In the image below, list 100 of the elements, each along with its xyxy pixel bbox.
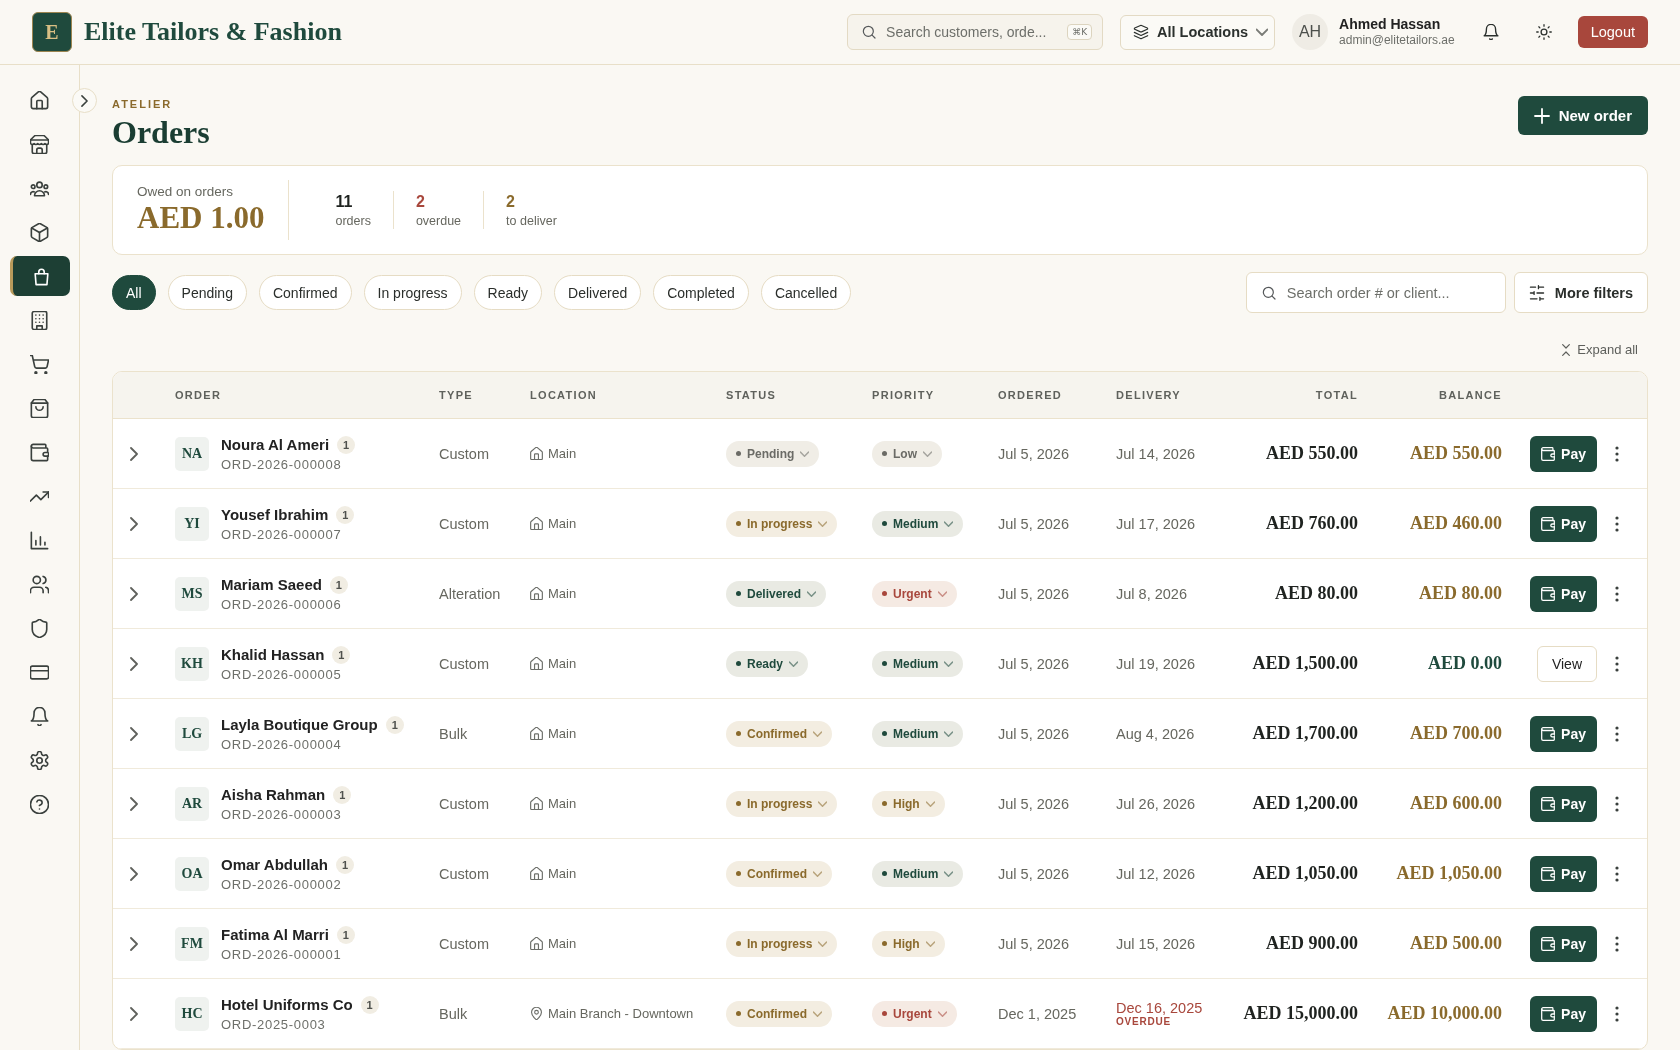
pay-button[interactable]: Pay (1530, 925, 1597, 962)
store-icon (30, 134, 49, 154)
chevron-right-icon[interactable] (130, 1006, 138, 1021)
view-button[interactable]: View (1536, 645, 1597, 682)
chevron-down-icon (944, 660, 954, 667)
client-initials-avatar: NA (175, 436, 209, 471)
client-initials-avatar: MS (175, 576, 209, 611)
pay-button[interactable]: Pay (1530, 575, 1597, 612)
wallet-icon (1541, 1006, 1556, 1021)
filter-tab[interactable]: In progress (363, 275, 462, 310)
search-field[interactable]: Search customers, orde... ⌘K (847, 14, 1104, 50)
status-dropdown[interactable]: In progress (726, 510, 838, 537)
priority-dropdown[interactable]: Medium (872, 650, 964, 677)
user-avatar[interactable]: AH (1292, 14, 1329, 50)
pay-button[interactable]: Pay (1530, 855, 1597, 892)
priority-dropdown[interactable]: Medium (872, 720, 964, 747)
expand-all-button[interactable]: Expand all (1562, 341, 1638, 358)
more-options-icon[interactable] (1615, 585, 1619, 602)
more-options-icon[interactable] (1615, 725, 1619, 742)
order-total: AED 1,200.00 (1252, 793, 1358, 814)
chevron-down-icon (813, 870, 822, 877)
search-field[interactable]: Search order # or client... (1245, 272, 1506, 313)
chevron-right-icon[interactable] (130, 446, 138, 461)
search-input[interactable]: Search order # or client... (1286, 284, 1491, 301)
chevron-right-icon[interactable] (130, 586, 138, 601)
chevron-right-icon[interactable] (130, 516, 138, 531)
balance-amount: AED 700.00 (1410, 723, 1502, 744)
count-badge: 1 (385, 715, 404, 734)
logout-button[interactable]: Logout (1577, 16, 1648, 48)
priority-dropdown[interactable]: High (872, 790, 945, 817)
filter-tab[interactable]: Ready (473, 275, 543, 310)
chevron-down-icon (818, 940, 828, 947)
shopping-bag-icon (30, 398, 49, 418)
chevron-right-icon[interactable] (130, 726, 138, 741)
wallet-icon (1541, 446, 1556, 461)
stat-value: 2 (506, 192, 515, 211)
nav-item[interactable] (9, 256, 70, 296)
order-total: AED 80.00 (1275, 583, 1358, 604)
order-date: Jul 5, 2026 (998, 795, 1069, 812)
stat-value: 11 (335, 192, 353, 211)
priority-dropdown[interactable]: Urgent (872, 1000, 957, 1027)
priority-dropdown[interactable]: High (872, 930, 945, 957)
sun-icon[interactable] (1535, 24, 1552, 40)
new-order-button[interactable]: New order (1517, 96, 1648, 135)
wallet-icon (30, 442, 49, 462)
chevron-right-icon[interactable] (130, 936, 138, 951)
priority-dropdown[interactable]: Medium (872, 860, 964, 887)
bar-chart-icon (30, 530, 49, 550)
status-dropdown[interactable]: Confirmed (726, 860, 832, 887)
more-options-icon[interactable] (1615, 795, 1619, 812)
location-name: Main (548, 586, 577, 601)
client-name: Mariam Saeed (221, 576, 322, 593)
count-badge: 1 (329, 575, 348, 594)
status-dropdown[interactable]: In progress (726, 930, 838, 957)
pay-button[interactable]: Pay (1530, 435, 1597, 472)
client-initials-avatar: KH (175, 646, 209, 681)
more-options-icon[interactable] (1615, 445, 1619, 462)
priority-dropdown[interactable]: Low (872, 440, 942, 467)
location-select[interactable]: All Locations (1120, 14, 1276, 50)
location-name: Main (548, 726, 577, 741)
filter-tab[interactable]: Cancelled (760, 275, 852, 310)
column-header: LOCATION (530, 389, 598, 401)
chevron-right-icon[interactable] (130, 866, 138, 881)
filter-tab[interactable]: Delivered (554, 275, 642, 310)
chevron-down-icon (944, 870, 954, 877)
more-options-icon[interactable] (1615, 1005, 1619, 1022)
filter-tab[interactable]: All (112, 275, 156, 310)
bell-icon[interactable] (1482, 24, 1499, 40)
order-total: AED 900.00 (1266, 933, 1358, 954)
order-type: Custom (439, 935, 489, 952)
more-options-icon[interactable] (1615, 935, 1619, 952)
status-dropdown[interactable]: Confirmed (726, 720, 832, 747)
chevron-down-icon (1256, 28, 1269, 36)
status-dropdown[interactable]: Confirmed (726, 1000, 832, 1027)
order-date: Jul 5, 2026 (998, 445, 1069, 462)
chevron-right-icon[interactable] (130, 796, 138, 811)
status-dropdown[interactable]: Ready (726, 650, 809, 677)
filter-tab[interactable]: Pending (167, 275, 247, 310)
status-dropdown[interactable]: Pending (726, 440, 820, 467)
pay-button[interactable]: Pay (1530, 995, 1597, 1032)
pay-button[interactable]: Pay (1530, 505, 1597, 542)
status-dropdown[interactable]: In progress (726, 790, 838, 817)
more-filters-button[interactable]: More filters (1513, 272, 1648, 313)
home-icon (530, 797, 543, 810)
status-dropdown[interactable]: Delivered (726, 580, 827, 607)
order-total: AED 1,500.00 (1252, 653, 1358, 674)
more-options-icon[interactable] (1615, 655, 1619, 672)
filter-tab[interactable]: Confirmed (258, 275, 352, 310)
filter-tab[interactable]: Completed (653, 275, 749, 310)
more-options-icon[interactable] (1615, 515, 1619, 532)
priority-dropdown[interactable]: Urgent (872, 580, 957, 607)
collapse-sidebar-button[interactable] (72, 88, 97, 113)
order-total: AED 760.00 (1266, 513, 1358, 534)
pay-button[interactable]: Pay (1530, 715, 1597, 752)
box-icon (30, 222, 49, 242)
priority-dropdown[interactable]: Medium (872, 510, 964, 537)
more-options-icon[interactable] (1615, 865, 1619, 882)
chevron-right-icon[interactable] (130, 656, 138, 671)
search-input[interactable]: Search customers, orde... (886, 24, 1059, 40)
pay-button[interactable]: Pay (1530, 785, 1597, 822)
